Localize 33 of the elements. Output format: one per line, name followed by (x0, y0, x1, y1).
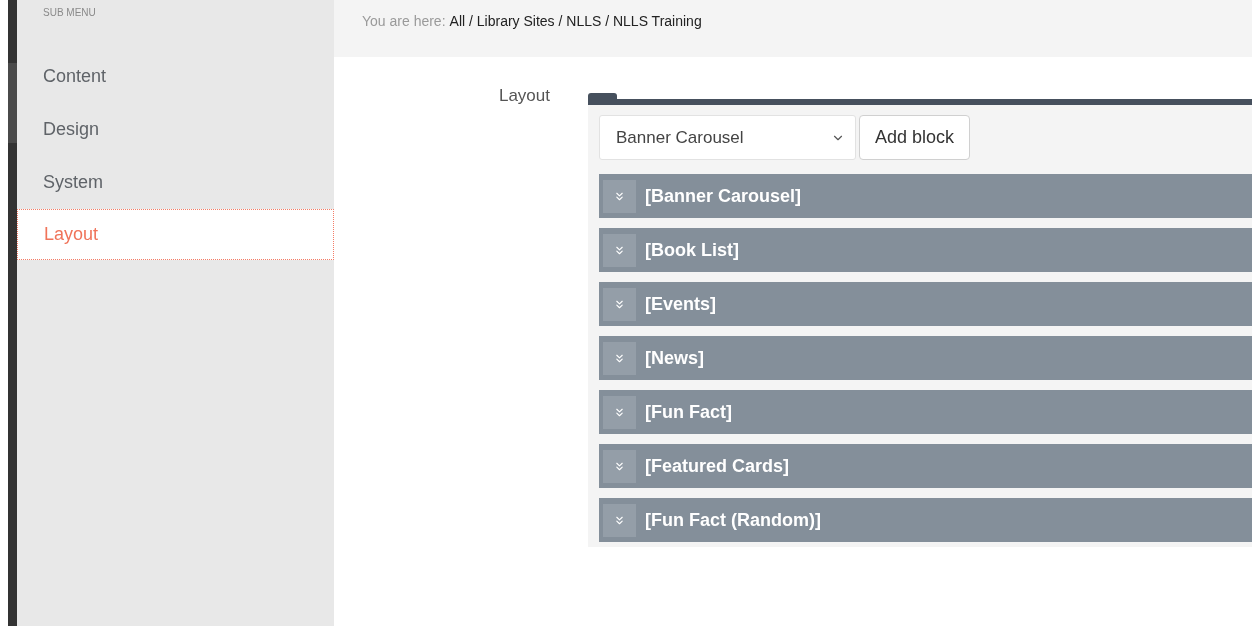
block-row[interactable]: [Events] (599, 282, 1252, 326)
expand-toggle[interactable] (603, 449, 636, 483)
block-row[interactable]: [Book List] (599, 228, 1252, 272)
block-row[interactable]: [Banner Carousel] (599, 174, 1252, 218)
sidebar-item[interactable]: System (17, 156, 334, 209)
block-title: [Fun Fact (Random)] (645, 508, 821, 532)
sidebar-item[interactable]: Design (17, 103, 334, 156)
expand-toggle[interactable] (603, 233, 636, 267)
block-title: [Featured Cards] (645, 454, 790, 478)
expand-toggle[interactable] (603, 179, 636, 213)
block-title: [Book List] (645, 238, 739, 262)
sidebar-item[interactable]: Layout (17, 209, 334, 260)
block-row[interactable]: [Fun Fact (Random)] (599, 498, 1252, 542)
breadcrumb-label: You are here: (362, 12, 446, 31)
sidebar-heading: SUB MENU (42, 6, 97, 20)
add-block-button[interactable]: Add block (859, 115, 971, 160)
block-type-select[interactable]: Banner Carousel (599, 115, 856, 160)
block-row[interactable]: [Featured Cards] (599, 444, 1252, 488)
expand-toggle[interactable] (603, 395, 636, 429)
sidebar-item[interactable]: Content (17, 50, 334, 103)
expand-toggle[interactable] (603, 287, 636, 321)
block-row[interactable]: [Fun Fact] (599, 390, 1252, 434)
block-title: [Fun Fact] (645, 400, 732, 424)
expand-toggle[interactable] (603, 341, 636, 375)
field-label: Layout (497, 85, 551, 107)
block-row[interactable]: [News] (599, 336, 1252, 380)
block-title: [Events] (645, 292, 716, 316)
panel-tab[interactable] (588, 93, 617, 105)
block-title: [Banner Carousel] (645, 184, 802, 208)
expand-toggle[interactable] (603, 503, 636, 537)
scrollbar-thumb[interactable] (8, 63, 17, 143)
block-title: [News] (645, 346, 704, 370)
breadcrumb-path[interactable]: All / Library Sites / NLLS / NLLS Training (449, 11, 702, 32)
